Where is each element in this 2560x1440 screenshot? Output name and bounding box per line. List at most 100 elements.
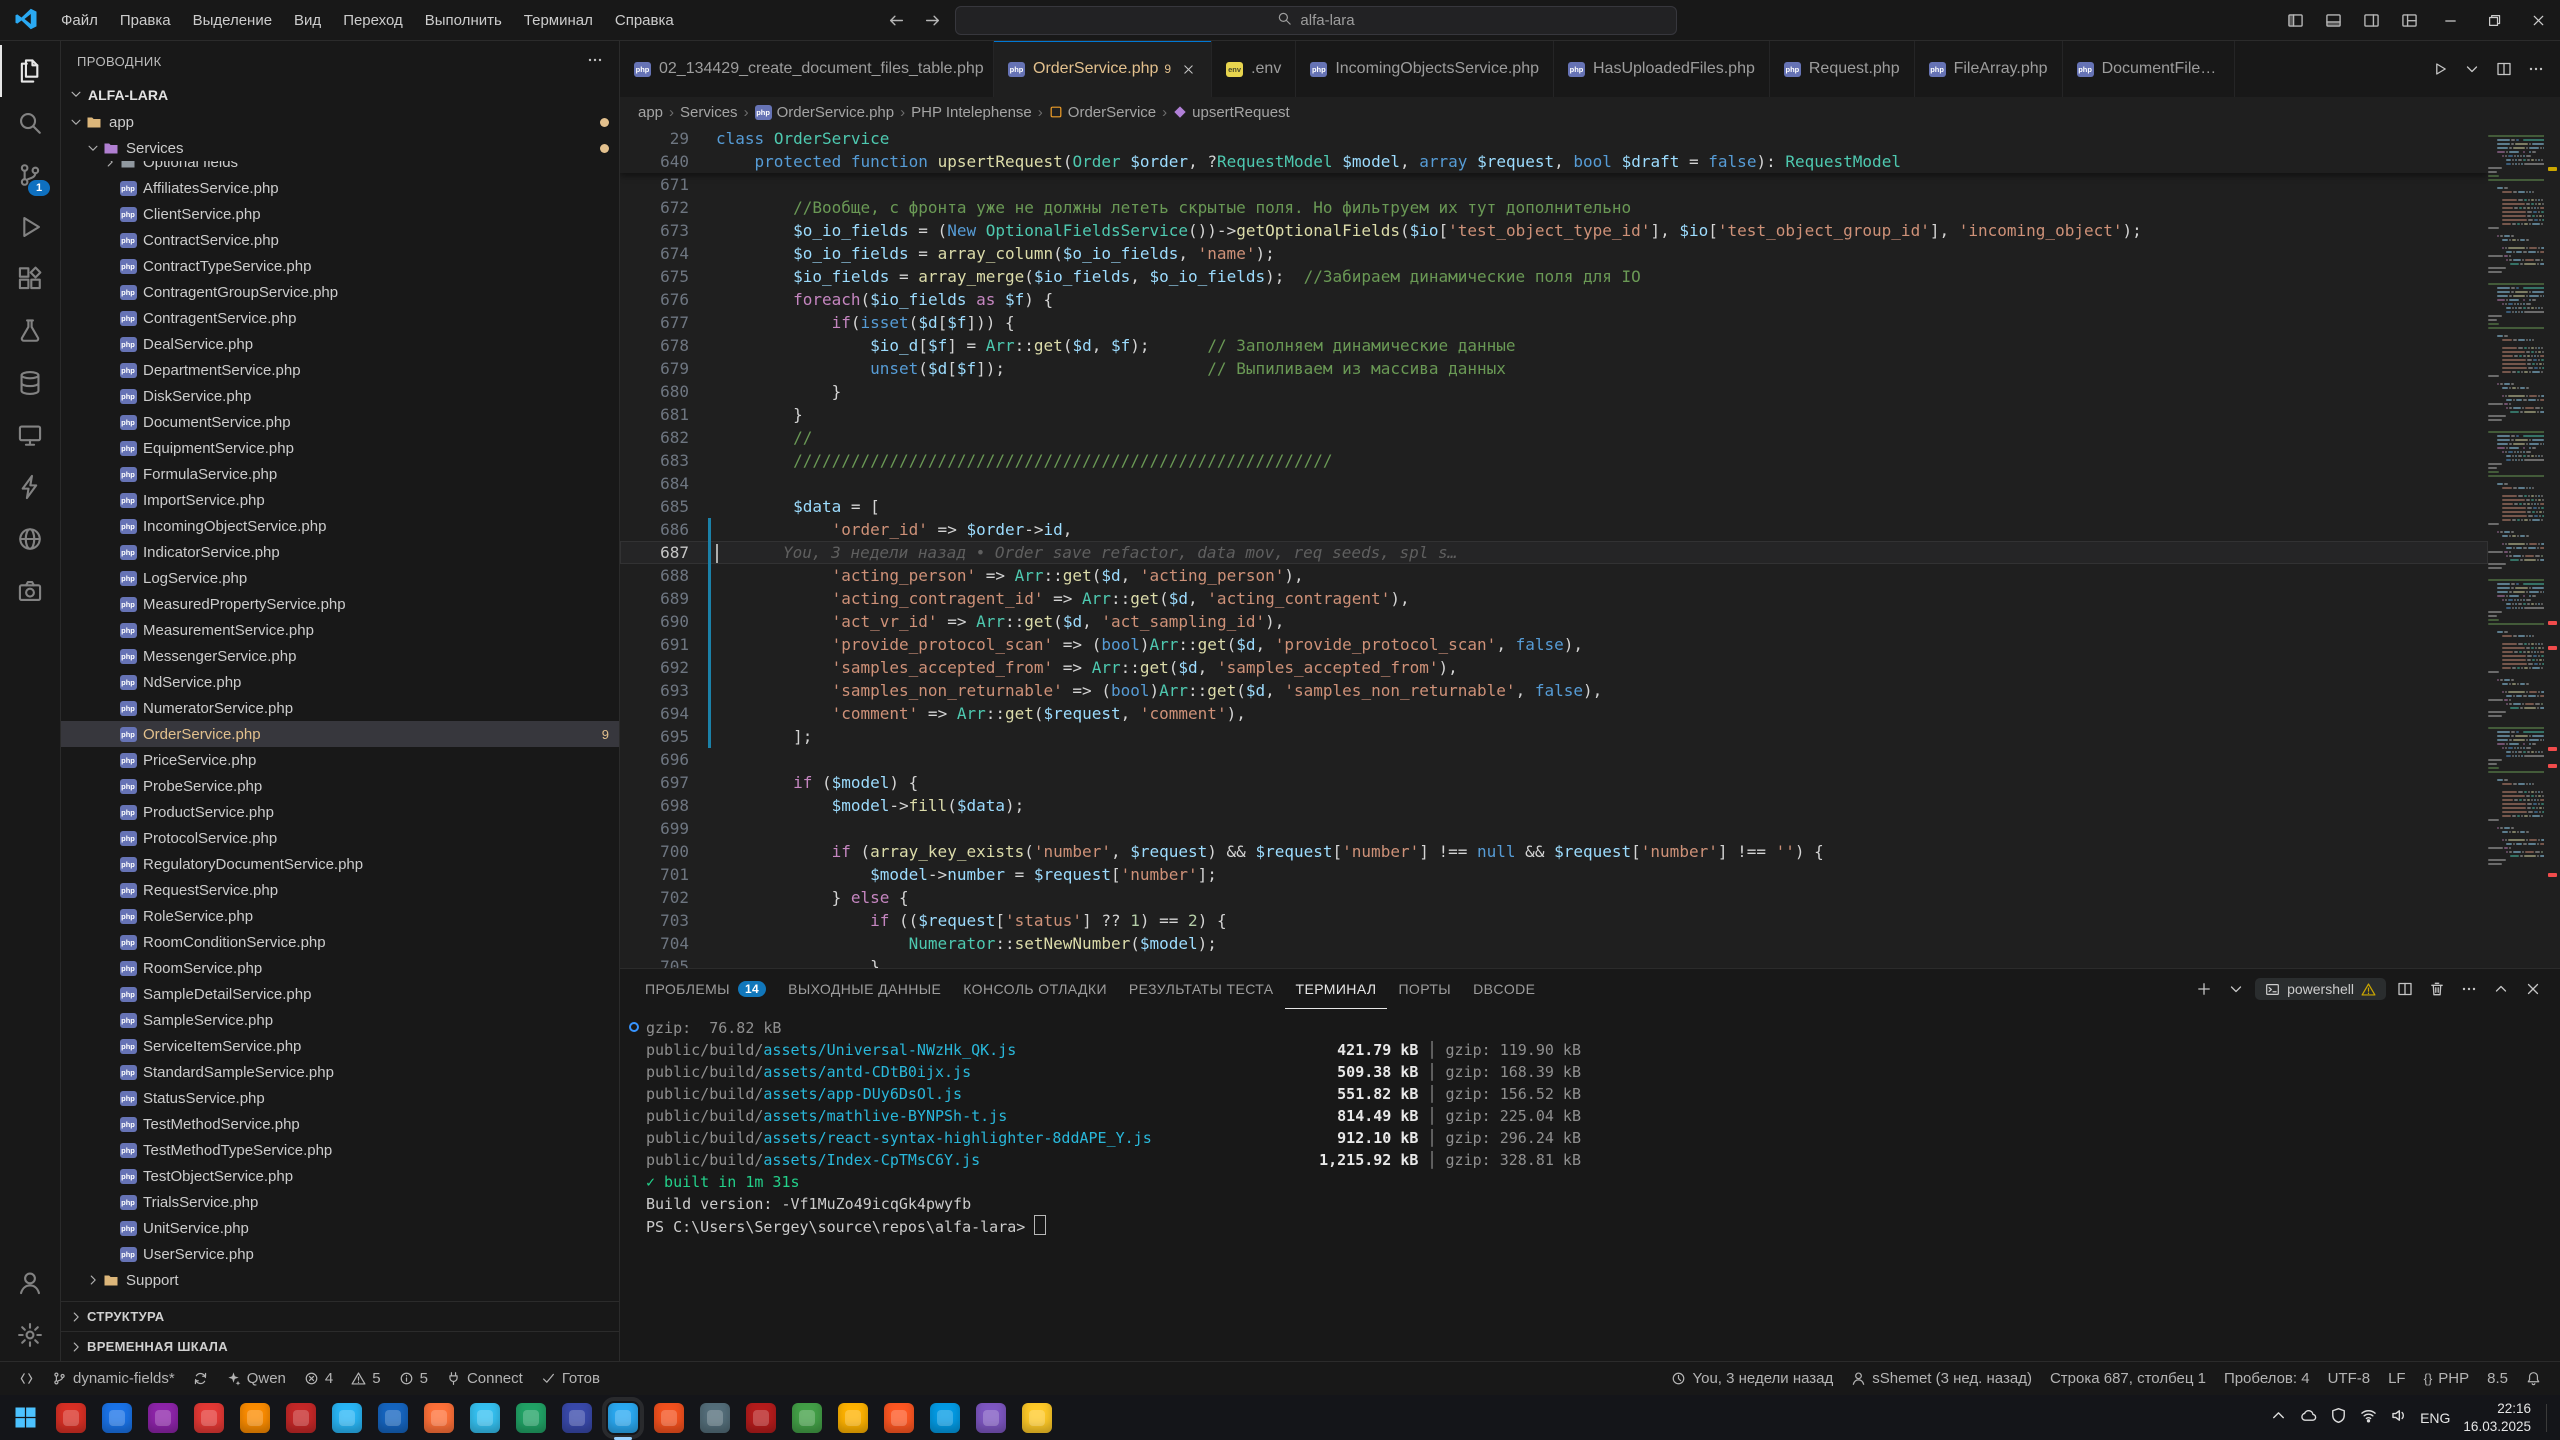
tree-item[interactable]: phpRoleService.php: [61, 903, 619, 929]
status-item-remote[interactable]: [10, 1362, 43, 1395]
activitybar-settings[interactable]: [0, 1309, 60, 1361]
status-item-info-circle[interactable]: 5: [390, 1362, 437, 1395]
menu-item[interactable]: Переход: [332, 6, 414, 35]
tray-shield-icon[interactable]: [2330, 1407, 2347, 1429]
editor-tab[interactable]: phpOrderService.php9: [994, 41, 1212, 97]
status-item-clock[interactable]: You, 3 недели назад: [1662, 1362, 1842, 1395]
taskbar-app-icon[interactable]: [102, 1403, 132, 1433]
panel-tab-терминал[interactable]: ТЕРМИНАЛ: [1285, 969, 1388, 1009]
tree-item[interactable]: phpUserService.php: [61, 1241, 619, 1267]
tree-item[interactable]: phpClientService.php: [61, 201, 619, 227]
status-item-branch[interactable]: dynamic-fields*: [43, 1362, 184, 1395]
tree-item[interactable]: phpLogService.php: [61, 565, 619, 591]
sidebar-section-ВРЕМЕННАЯ ШКАЛА[interactable]: ВРЕМЕННАЯ ШКАЛА: [61, 1331, 619, 1361]
menu-item[interactable]: Правка: [109, 6, 182, 35]
tray-chevron-up-icon[interactable]: [2270, 1407, 2287, 1429]
status-item-check[interactable]: Готов: [532, 1362, 609, 1395]
tray-cloud-icon[interactable]: [2300, 1407, 2317, 1429]
tree-item[interactable]: phpTrialsService.php: [61, 1189, 619, 1215]
taskbar-app-icon[interactable]: [286, 1403, 316, 1433]
taskbar-app-icon[interactable]: [930, 1403, 960, 1433]
more-button[interactable]: [2456, 976, 2482, 1002]
tree-item[interactable]: phpContragentService.php: [61, 305, 619, 331]
taskbar-app-icon[interactable]: [56, 1403, 86, 1433]
tree-item[interactable]: phpTestMethodService.php: [61, 1111, 619, 1137]
breadcrumb-item[interactable]: OrderService: [1049, 104, 1156, 121]
menu-item[interactable]: Вид: [283, 6, 332, 35]
terminal-shell-entry[interactable]: powershell: [2255, 978, 2386, 1000]
status-item-sparkle[interactable]: Qwen: [217, 1362, 295, 1395]
tree-item[interactable]: phpContragentGroupService.php: [61, 279, 619, 305]
status-item-lf[interactable]: LF: [2379, 1362, 2415, 1395]
tree-item[interactable]: phpUnitService.php: [61, 1215, 619, 1241]
tree-item[interactable]: phpAffiliatesService.php: [61, 175, 619, 201]
status-item-utf-8[interactable]: UTF-8: [2319, 1362, 2380, 1395]
plus-button[interactable]: [2191, 976, 2217, 1002]
customize-layout-button[interactable]: [2390, 0, 2428, 40]
taskbar-app-icon[interactable]: [792, 1403, 822, 1433]
status-item-braces[interactable]: {}PHP: [2415, 1362, 2479, 1395]
tree-item[interactable]: phpDealService.php: [61, 331, 619, 357]
tree-item[interactable]: phpSampleDetailService.php: [61, 981, 619, 1007]
window-close-button[interactable]: [2516, 0, 2560, 40]
tree-item[interactable]: phpTestMethodTypeService.php: [61, 1137, 619, 1163]
tree-item[interactable]: phpContractTypeService.php: [61, 253, 619, 279]
tree-item[interactable]: phpPriceService.php: [61, 747, 619, 773]
panel-tab-порты[interactable]: ПОРТЫ: [1387, 969, 1462, 1009]
taskbar-app-icon[interactable]: [1022, 1403, 1052, 1433]
activitybar-search[interactable]: [0, 97, 60, 149]
toggle-sidebar-button[interactable]: [2276, 0, 2314, 40]
close-button[interactable]: [2520, 976, 2546, 1002]
menu-item[interactable]: Терминал: [513, 6, 604, 35]
tree-item[interactable]: phpStandardSampleService.php: [61, 1059, 619, 1085]
activitybar-run-debug[interactable]: [0, 201, 60, 253]
activitybar-source-control[interactable]: 1: [0, 149, 60, 201]
editor-tab[interactable]: phpFileArray.php: [1915, 41, 2063, 97]
nav-back-icon[interactable]: [883, 7, 909, 33]
editor-code-area[interactable]: 29class OrderService640 protected functi…: [620, 127, 2488, 968]
tree-item[interactable]: phpDepartmentService.php: [61, 357, 619, 383]
tree-item[interactable]: phpRoomService.php: [61, 955, 619, 981]
tree-item[interactable]: phpTestObjectService.php: [61, 1163, 619, 1189]
breadcrumb-item[interactable]: PHP Intelephense: [911, 104, 1032, 121]
tree-item[interactable]: phpRequestService.php: [61, 877, 619, 903]
minimize-button[interactable]: [2428, 0, 2472, 40]
panel-tab-результаты теста[interactable]: РЕЗУЛЬТАТЫ ТЕСТА: [1118, 969, 1285, 1009]
tree-item[interactable]: Optional fields: [61, 161, 619, 175]
tree-item[interactable]: phpContractService.php: [61, 227, 619, 253]
breadcrumb-item[interactable]: phpOrderService.php: [755, 104, 895, 121]
split-editor-button[interactable]: [2490, 55, 2518, 83]
status-item-account[interactable]: sShemet (3 нед. назад): [1842, 1362, 2041, 1395]
panel-tab-консоль отладки[interactable]: КОНСОЛЬ ОТЛАДКИ: [952, 969, 1118, 1009]
more-button[interactable]: [2522, 55, 2550, 83]
tray-volume-icon[interactable]: [2390, 1407, 2407, 1429]
tree-item[interactable]: phpIncomingObjectService.php: [61, 513, 619, 539]
chevron-up-button[interactable]: [2488, 976, 2514, 1002]
taskbar-app-icon[interactable]: [194, 1403, 224, 1433]
activitybar-codesnap[interactable]: [0, 565, 60, 617]
status-item-plug[interactable]: Connect: [437, 1362, 532, 1395]
tree-item[interactable]: app: [61, 109, 619, 135]
taskbar-app-icon[interactable]: [746, 1403, 776, 1433]
tree-item[interactable]: phpMeasuredPropertyService.php: [61, 591, 619, 617]
status-item-sync[interactable]: [184, 1362, 217, 1395]
panel-tab-выходные данные[interactable]: ВЫХОДНЫЕ ДАННЫЕ: [777, 969, 952, 1009]
tree-item[interactable]: Services: [61, 135, 619, 161]
activitybar-thunder-client[interactable]: [0, 461, 60, 513]
taskbar-app-icon[interactable]: [838, 1403, 868, 1433]
tree-item[interactable]: phpNumeratorService.php: [61, 695, 619, 721]
activitybar-explorer[interactable]: [0, 45, 60, 97]
sidebar-more-actions-button[interactable]: [587, 52, 603, 71]
tree-item[interactable]: phpNdService.php: [61, 669, 619, 695]
breadcrumb-item[interactable]: app: [638, 104, 663, 121]
taskbar-app-icon[interactable]: [700, 1403, 730, 1433]
activitybar-testing[interactable]: [0, 305, 60, 357]
trash-button[interactable]: [2424, 976, 2450, 1002]
chevron-down-button[interactable]: [2458, 55, 2486, 83]
taskbar-app-icon[interactable]: [332, 1403, 362, 1433]
status-item-пробелов-4[interactable]: Пробелов: 4: [2215, 1362, 2319, 1395]
taskbar-app-icon[interactable]: [378, 1403, 408, 1433]
breadcrumb[interactable]: app›Services›phpOrderService.php›PHP Int…: [620, 97, 2560, 127]
editor-tab[interactable]: php02_134429_create_document_files_table…: [620, 41, 994, 97]
tree-item[interactable]: phpIndicatorService.php: [61, 539, 619, 565]
